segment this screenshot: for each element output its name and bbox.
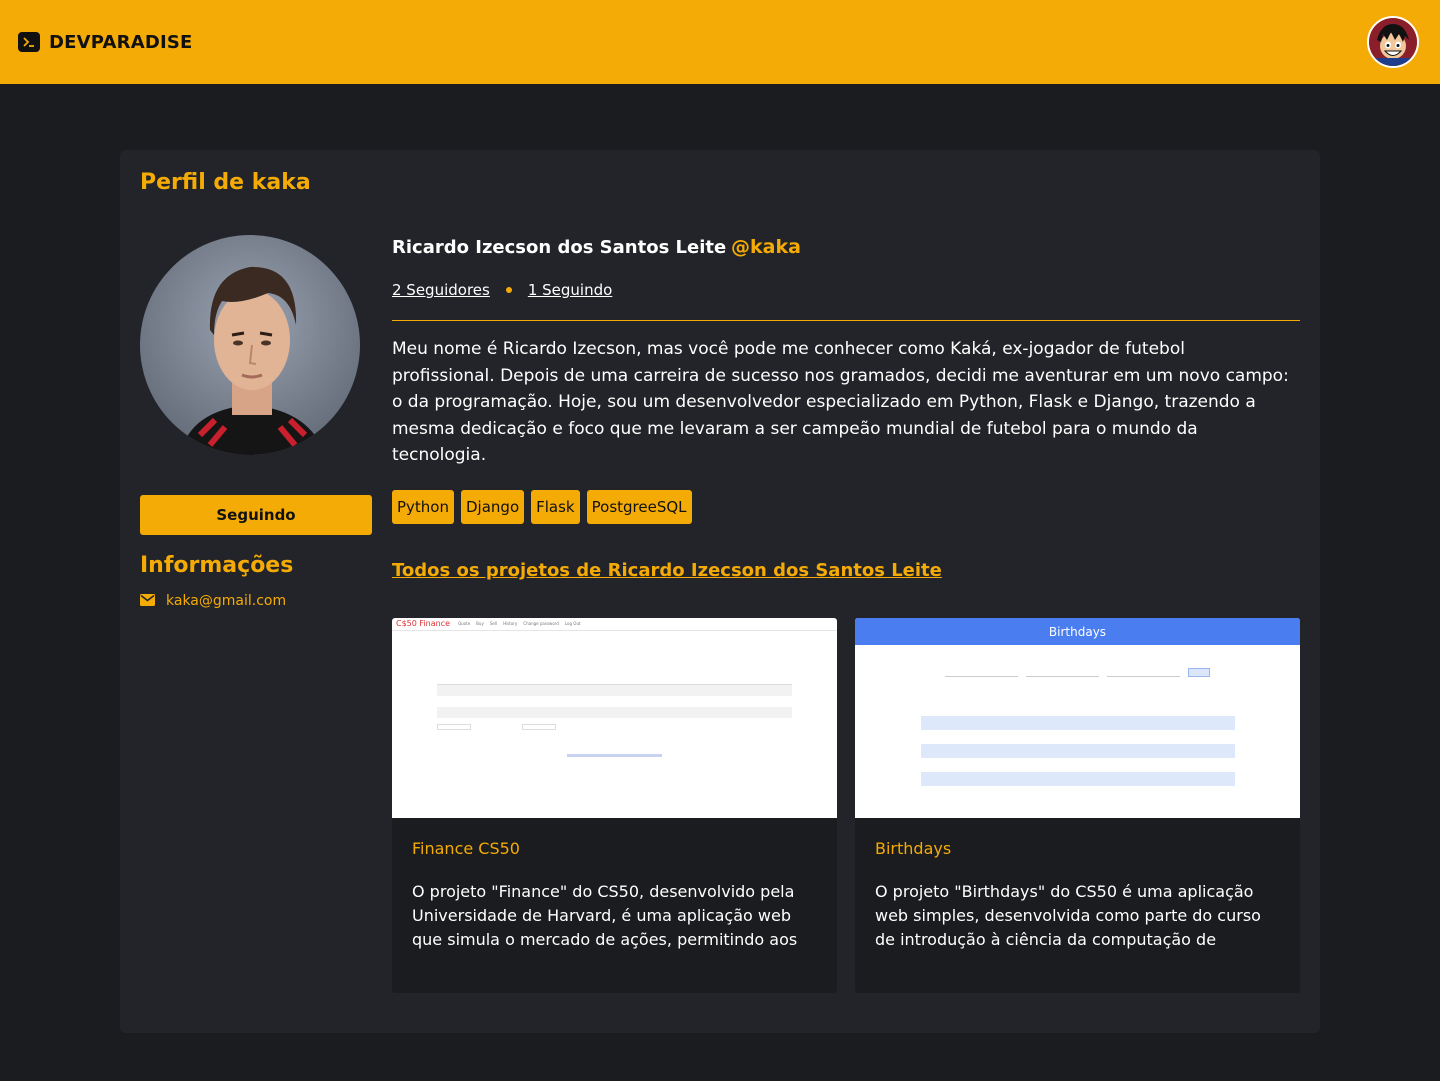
profile-photo (140, 235, 360, 455)
following-button[interactable]: Seguindo (140, 495, 372, 535)
email-value: kaka@gmail.com (166, 592, 287, 609)
tag-flask[interactable]: Flask (531, 490, 580, 524)
tag-postgresql[interactable]: PostgreeSQL (586, 490, 692, 524)
project-card-birthdays[interactable]: Birthdays Birthdays O projeto "Birthdays… (855, 618, 1300, 993)
project-card-finance[interactable]: C$50 Finance Quote Buy Sell History Chan… (392, 618, 837, 993)
thumb-brand: C$50 Finance (396, 619, 451, 628)
profile-bio: Meu nome é Ricardo Izecson, mas você pod… (392, 339, 1289, 465)
page-title: Perfil de kaka (140, 170, 311, 195)
navbar: DEVPARADISE (0, 0, 1440, 84)
tag-django[interactable]: Django (461, 490, 525, 524)
project-title: Birthdays (875, 839, 952, 858)
divider (392, 320, 1300, 321)
followers-link[interactable]: 2 Seguidores (392, 281, 490, 299)
following-link[interactable]: 1 Seguindo (528, 281, 612, 299)
thumb-header: Birthdays (855, 618, 1300, 645)
project-description: O projeto "Finance" do CS50, desenvolvid… (412, 882, 798, 949)
project-description: O projeto "Birthdays" do CS50 é uma apli… (875, 882, 1261, 949)
brand-name: DEVPARADISE (49, 31, 193, 53)
project-thumbnail: Birthdays (855, 618, 1300, 818)
all-projects-link[interactable]: Todos os projetos de Ricardo Izecson dos… (392, 560, 942, 581)
separator-dot (505, 287, 512, 293)
thumb-nav: Quote Buy Sell History Change password L… (458, 621, 581, 626)
project-thumbnail: C$50 Finance Quote Buy Sell History Chan… (392, 618, 837, 818)
profile-full-name: Ricardo Izecson dos Santos Leite (392, 237, 727, 258)
skill-tags: Python Django Flask PostgreeSQL (392, 490, 692, 524)
profile-handle: @kaka (731, 236, 801, 258)
info-section-title: Informações (140, 553, 294, 578)
profile-card: Perfil de kaka Seguindo Informações kaka… (120, 150, 1320, 1033)
mail-icon (140, 591, 155, 610)
follow-stats: 2 Seguidores 1 Seguindo (392, 281, 612, 299)
tag-python[interactable]: Python (392, 490, 454, 524)
brand-logo-link[interactable]: DEVPARADISE (18, 29, 193, 55)
email-row: kaka@gmail.com (140, 591, 286, 610)
project-title: Finance CS50 (412, 839, 520, 858)
user-avatar[interactable] (1367, 16, 1419, 68)
terminal-icon (18, 32, 40, 52)
